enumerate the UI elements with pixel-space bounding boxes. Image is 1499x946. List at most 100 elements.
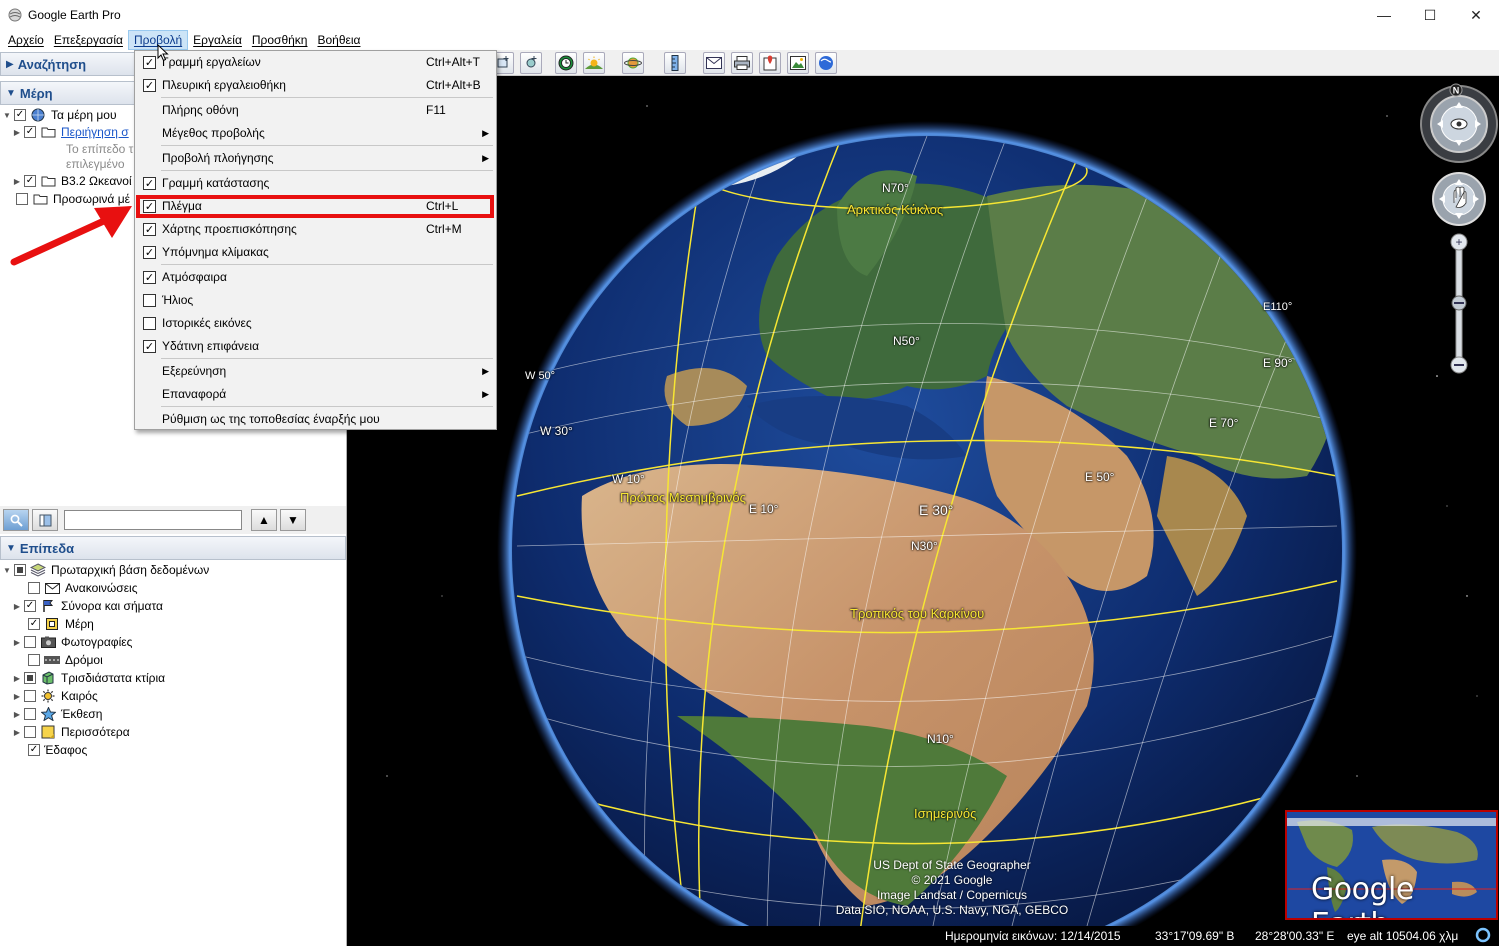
menu-tools[interactable]: Εργαλεία [188,31,247,49]
layer-label: Καιρός [61,689,98,703]
layer-label: Έδαφος [44,743,88,757]
menu-help[interactable]: Βοήθεια [312,31,365,49]
zoom-out-icon[interactable] [1454,364,1464,366]
google-earth-icon[interactable] [815,52,837,74]
menu-item-sidebar[interactable]: ✓ Πλευρική εργαλειοθήκη Ctrl+Alt+B [136,74,495,96]
move-down-icon[interactable]: ▼ [280,509,306,531]
tree-item-sightseeing[interactable]: ▶ ✓ Περιήγηση σ [12,123,129,141]
zoom-in-icon[interactable]: + [1455,235,1462,249]
menu-edit[interactable]: Επεξεργασία [49,31,128,49]
overview-map[interactable]: Google Earth [1285,810,1498,920]
grid-label-e70: E 70° [1209,416,1239,430]
menu-item-statusbar[interactable]: ✓ Γραμμή κατάστασης [136,172,495,194]
layer-primary-database[interactable]: ▼ Πρωταρχική βάση δεδομένων [2,561,209,579]
map-view[interactable]: N70° N50° N30° N10° W 50° W 30° W 10° E … [347,76,1499,926]
globe-icon [30,108,46,122]
checkbox[interactable]: ✓ [24,126,36,138]
sun-icon[interactable] [583,52,605,74]
view-in-maps-icon[interactable] [759,52,781,74]
layer-photos[interactable]: ▶ Φωτογραφίες [12,633,132,651]
checkbox[interactable] [28,582,40,594]
move-joystick[interactable] [1432,172,1486,226]
menu-item-scale-legend[interactable]: ✓ Υπόμνημα κλίμακας [136,241,495,263]
menu-item-water-surface[interactable]: ✓ Υδάτινη επιφάνεια [136,335,495,357]
google-earth-logo: Google Earth [1311,872,1414,918]
tree-item-my-places[interactable]: ▼ ✓ Τα μέρη μου [2,106,117,124]
zoom-slider[interactable]: + [1450,233,1468,374]
minimize-button[interactable]: — [1361,0,1407,30]
checkbox[interactable]: ✓ [24,600,36,612]
panel-toggle-icon[interactable] [32,509,58,531]
menu-item-toolbar[interactable]: ✓ Γραμμή εργαλείων Ctrl+Alt+T [136,51,495,73]
grid-label-n70: N70° [882,181,909,195]
search-icon[interactable] [3,509,29,531]
historical-imagery-icon[interactable] [555,52,577,74]
checkbox[interactable] [24,690,36,702]
main-toolbar [347,50,1499,76]
menu-item-historical-imagery[interactable]: Ιστορικές εικόνες [136,312,495,334]
ruler-icon[interactable] [664,52,686,74]
layer-3d-buildings[interactable]: ▶ Τρισδιάστατα κτίρια [12,669,165,687]
expand-icon[interactable]: ▶ [12,177,22,186]
menu-item-sun[interactable]: Ήλιος [136,289,495,311]
save-image-icon[interactable] [787,52,809,74]
menu-item-atmosphere[interactable]: ✓ Ατμόσφαιρα [136,266,495,288]
expand-icon[interactable]: ▶ [12,692,22,701]
submenu-arrow-icon: ▶ [482,152,489,163]
menu-item-view-size[interactable]: Μέγεθος προβολής ▶ [136,122,495,144]
move-up-icon[interactable]: ▲ [251,509,277,531]
menu-item-navigation[interactable]: Προβολή πλοήγησης ▶ [136,147,495,169]
tree-label: Τα μέρη μου [51,108,117,122]
menu-item-label: Γραμμή εργαλείων [162,55,261,69]
expand-icon[interactable]: ▶ [12,602,22,611]
maximize-button[interactable]: ☐ [1407,0,1453,30]
layer-roads[interactable]: Δρόμοι [28,651,103,669]
expand-icon[interactable]: ▶ [12,710,22,719]
places-search-input[interactable] [64,510,242,530]
menu-item-reset[interactable]: Επαναφορά ▶ [136,383,495,405]
layer-more[interactable]: ▶ Περισσότερα [12,723,130,741]
menu-file[interactable]: Αρχείο [3,31,49,49]
layer-terrain[interactable]: ✓ Έδαφος [28,741,87,759]
menu-item-fullscreen[interactable]: Πλήρης οθόνη F11 [136,99,495,121]
compass-north[interactable]: N [1449,83,1463,97]
checkbox[interactable] [24,708,36,720]
planets-icon[interactable] [622,52,644,74]
tree-item-oceans[interactable]: ▶ ✓ B3.2 Ωκεανοί [12,172,132,190]
layer-gallery[interactable]: ▶ Έκθεση [12,705,102,723]
menu-add[interactable]: Προσθήκη [247,31,313,49]
checkbox[interactable] [28,654,40,666]
checkbox[interactable] [24,726,36,738]
expand-icon[interactable]: ▶ [12,638,22,647]
checkbox[interactable]: ✓ [28,618,40,630]
layers-panel-header[interactable]: ▼ Επίπεδα [0,536,346,560]
sightseeing-link[interactable]: Περιήγηση σ [61,125,129,139]
menu-item-explore[interactable]: Εξερεύνηση ▶ [136,360,495,382]
layer-places[interactable]: ✓ Μέρη [28,615,94,633]
menu-item-set-start-location[interactable]: Ρύθμιση ως της τοποθεσίας έναρξής μου [136,408,495,430]
collapse-icon[interactable]: ▼ [2,111,12,120]
collapse-icon[interactable]: ▼ [2,566,12,575]
expand-icon[interactable]: ▶ [12,674,22,683]
checkbox[interactable]: ✓ [24,175,36,187]
layer-borders[interactable]: ▶ ✓ Σύνορα και σήματα [12,597,163,615]
checkbox[interactable]: ✓ [14,109,26,121]
add-path-icon[interactable] [520,52,542,74]
checkbox[interactable] [24,672,36,684]
layer-announcements[interactable]: Ανακοινώσεις [28,579,138,597]
expand-icon[interactable]: ▶ [12,728,22,737]
email-icon[interactable] [703,52,725,74]
menu-item-overview-map[interactable]: ✓ Χάρτης προεπισκόπησης Ctrl+M [136,218,495,240]
checkbox[interactable]: ✓ [28,744,40,756]
shortcut: Ctrl+Alt+T [426,55,481,69]
close-button[interactable]: ✕ [1453,0,1499,30]
print-icon[interactable] [731,52,753,74]
streaming-icon [1475,927,1491,946]
look-joystick[interactable] [1420,85,1498,163]
checkbox[interactable] [24,636,36,648]
attribution-line: Image Landsat / Copernicus [876,888,1028,902]
checkbox[interactable] [14,564,26,576]
layer-weather[interactable]: ▶ Καιρός [12,687,98,705]
checkbox: ✓ [143,339,156,353]
expand-icon[interactable]: ▶ [12,128,22,137]
